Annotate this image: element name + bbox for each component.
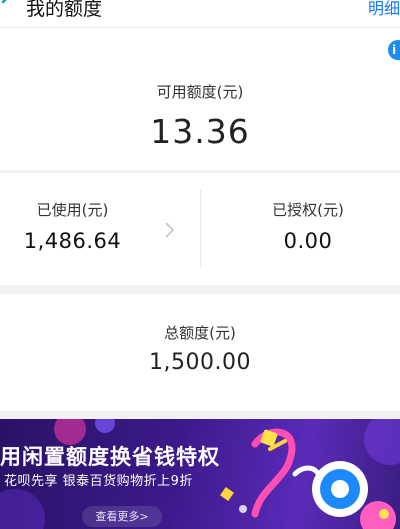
promo-more-button[interactable]: 查看更多> [82, 506, 162, 527]
promo-title: 用闲置额度换省钱特权 [0, 445, 220, 469]
authorized-amount-label: 已授权(元) [272, 201, 344, 219]
promo-subtitle: 花呗先享 银泰百货购物折上9折 [4, 474, 193, 489]
available-credit-label: 可用额度(元) [156, 83, 244, 101]
used-authorized-card: 已使用(元) 1,486.64 已授权(元) 0.00 [0, 173, 400, 285]
chevron-right-icon[interactable] [164, 220, 176, 240]
detail-link[interactable]: 明细 [368, 0, 400, 19]
available-credit-card: 可用额度(元) 13.36 [0, 28, 400, 170]
total-credit-card: 总额度(元) 1,500.00 [0, 294, 400, 411]
info-badge-icon[interactable]: i [388, 40, 400, 60]
back-arrow-icon[interactable] [0, 0, 16, 12]
used-amount-value[interactable]: 1,486.64 [0, 229, 145, 253]
total-credit-label: 总额度(元) [164, 324, 236, 342]
authorized-amount-value: 0.00 [283, 229, 333, 253]
top-navigation-bar: 我的额度 明细 [0, 0, 400, 28]
used-amount-label: 已使用(元) [36, 201, 109, 219]
promo-banner[interactable]: 用闲置额度换省钱特权 花呗先享 银泰百货购物折上9折 查看更多> [0, 419, 400, 529]
page-title: 我的额度 [26, 0, 103, 20]
total-credit-value: 1,500.00 [149, 350, 251, 375]
column-divider [200, 190, 201, 267]
available-credit-value: 13.36 [150, 112, 250, 151]
